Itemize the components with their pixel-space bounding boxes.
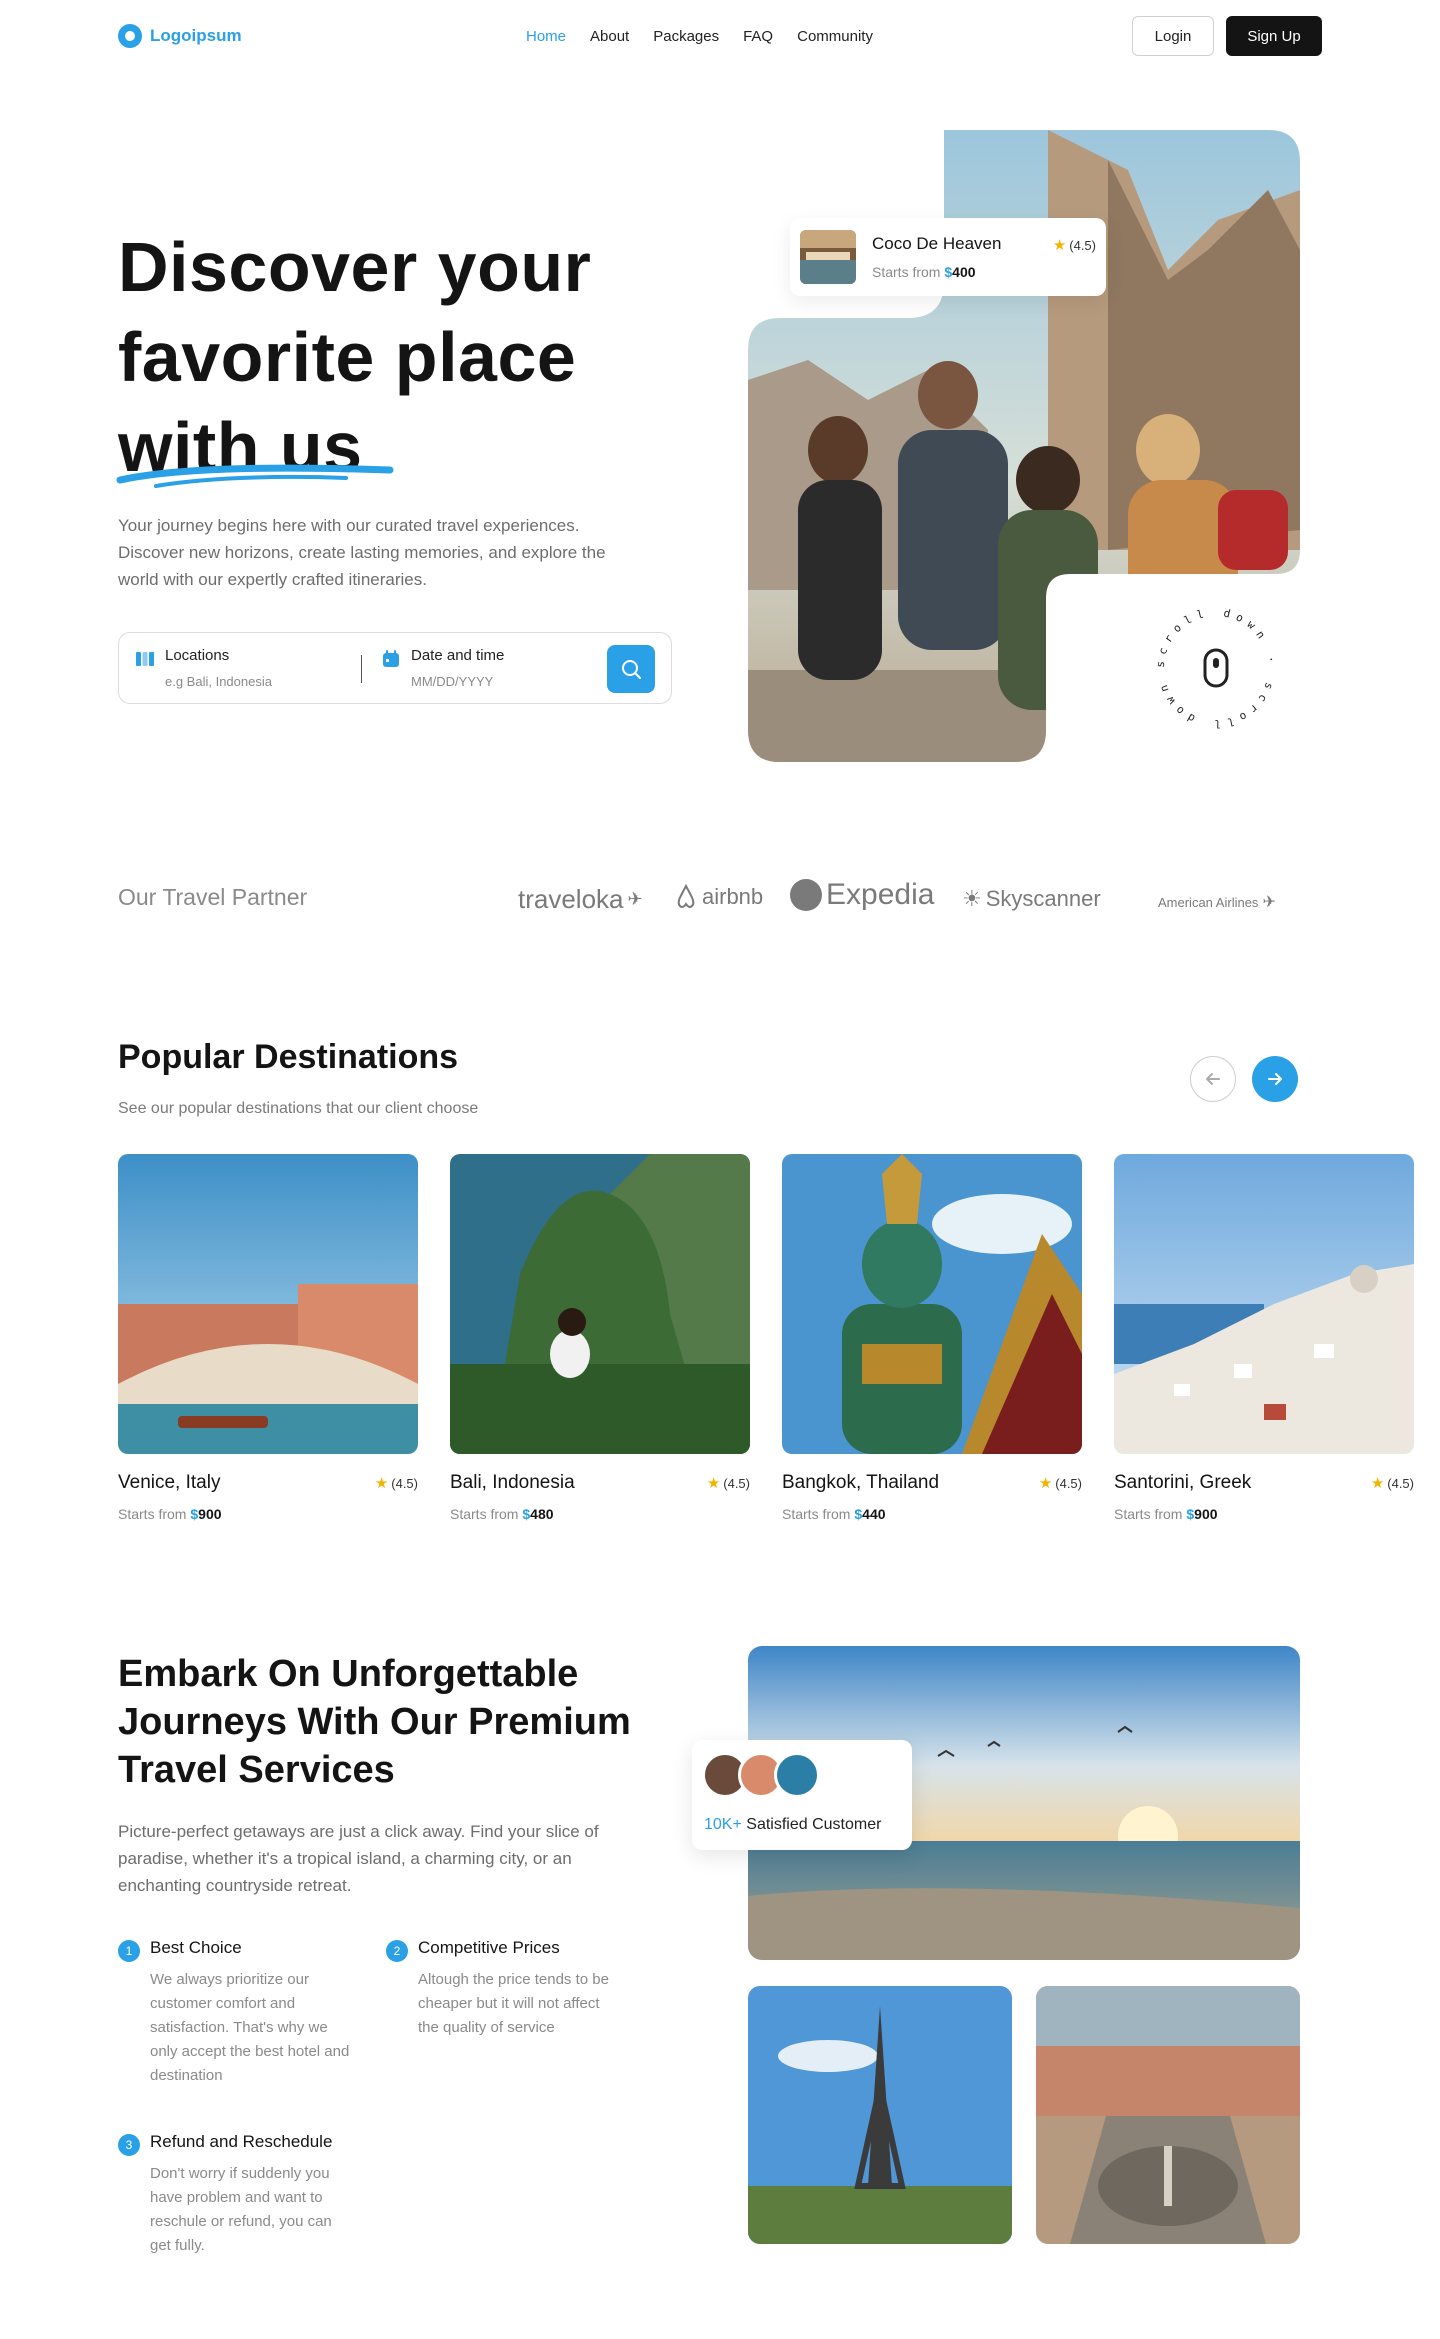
popular-title: Popular Destinations — [118, 1038, 459, 1076]
feature-number-badge: 1 — [118, 1940, 140, 1962]
satisfied-customers-card: 10K+ Satisfied Customer — [692, 1740, 912, 1850]
search-icon — [622, 660, 641, 679]
nav-about[interactable]: About — [590, 28, 629, 45]
feature-competitive-prices: 2 Competitive Prices Altough the price t… — [386, 1938, 626, 2058]
search-divider — [361, 655, 362, 683]
calendar-icon — [383, 650, 399, 667]
star-icon: ★ — [1052, 237, 1067, 254]
date-field[interactable]: Date and time MM/DD/YYYY — [381, 647, 504, 689]
destination-card[interactable]: Santorini, Greek ★ (4.5) Starts from $900 — [1114, 1154, 1414, 1522]
main-menu: Home About Packages FAQ Community — [526, 28, 873, 45]
search-bar: Locations e.g Bali, Indonesia Date and t… — [118, 632, 672, 704]
services-title: Embark On Unforgettable Journeys With Ou… — [118, 1653, 631, 1791]
destination-image-santorini — [1114, 1154, 1414, 1454]
hero-subtitle: Your journey begins here with our curate… — [118, 516, 606, 589]
partner-skyscanner: ☀ Skyscanner — [962, 886, 1101, 911]
star-icon: ★ — [374, 1475, 389, 1492]
destination-price: Starts from $900 — [118, 1506, 222, 1522]
location-label: Locations — [165, 647, 230, 664]
date-input[interactable]: MM/DD/YYYY — [411, 674, 504, 689]
destination-name: Bangkok, Thailand — [782, 1472, 940, 1493]
destination-image-bali — [450, 1154, 750, 1454]
feature-number-badge: 3 — [118, 2134, 140, 2156]
satisfied-customer-text: 10K+ Satisfied Customer — [704, 1816, 882, 1833]
popular-subtitle: See our popular destinations that our cl… — [118, 1100, 479, 1117]
bird-icon: ✈ — [627, 889, 643, 909]
partner-airbnb: airbnb — [674, 884, 763, 910]
destination-price: Starts from $440 — [782, 1506, 886, 1522]
destination-card[interactable]: Venice, Italy ★ (4.5) Starts from $900 — [118, 1154, 418, 1522]
nav-actions: Login Sign Up — [1132, 16, 1322, 56]
map-icon — [136, 652, 154, 666]
featured-destination-card[interactable]: Coco De Heaven Starts from $400 ★ (4.5) — [790, 218, 1106, 296]
date-label: Date and time — [411, 647, 505, 664]
partners-logos: traveloka ✈ airbnb Expedia ☀ Skyscanner … — [518, 874, 1290, 924]
destination-image-venice — [118, 1154, 418, 1454]
destination-name: Santorini, Greek — [1114, 1472, 1252, 1493]
logo-text: Logoipsum — [150, 26, 242, 45]
arrow-left-icon — [1206, 1073, 1220, 1085]
skyscanner-icon: ☀ — [962, 886, 982, 911]
featured-thumbnail — [800, 230, 856, 284]
hero-title-line1: Discover your — [118, 228, 592, 306]
nav-community[interactable]: Community — [797, 28, 873, 45]
search-button[interactable] — [607, 645, 655, 693]
destination-image-bangkok — [782, 1154, 1082, 1454]
feature-refund-reschedule: 3 Refund and Reschedule Don't worry if s… — [118, 2132, 358, 2254]
location-field[interactable]: Locations e.g Bali, Indonesia — [135, 647, 272, 689]
destination-price: Starts from $900 — [1114, 1506, 1218, 1522]
feature-text: We always prioritize our customer comfor… — [150, 1971, 350, 2084]
feature-title: Best Choice — [150, 1938, 242, 1957]
arrow-right-icon — [1268, 1073, 1282, 1085]
star-icon: ★ — [1370, 1475, 1385, 1492]
destination-price: Starts from $480 — [450, 1506, 554, 1522]
location-input[interactable]: e.g Bali, Indonesia — [165, 674, 272, 689]
scroll-down-indicator[interactable]: scroll down · scroll down · — [1148, 600, 1284, 736]
nav-home[interactable]: Home — [526, 28, 566, 45]
feature-best-choice: 1 Best Choice We always prioritize our c… — [118, 1938, 358, 2088]
featured-name: Coco De Heaven — [872, 234, 1002, 253]
nav-packages[interactable]: Packages — [653, 28, 719, 45]
destination-name: Venice, Italy — [118, 1472, 221, 1493]
destination-card[interactable]: Bali, Indonesia ★ (4.5) Starts from $480 — [450, 1154, 750, 1522]
destination-card[interactable]: Bangkok, Thailand ★ (4.5) Starts from $44… — [782, 1154, 1082, 1522]
partner-traveloka: traveloka ✈ — [518, 884, 643, 914]
destination-rating: ★ (4.5) — [374, 1475, 418, 1492]
feature-text: Don't worry if suddenly you have problem… — [150, 2165, 332, 2254]
customer-avatars — [702, 1752, 820, 1798]
services-subtitle: Picture-perfect getaways are just a clic… — [118, 1822, 599, 1895]
partner-expedia: Expedia — [790, 878, 934, 912]
star-icon: ★ — [1038, 1475, 1053, 1492]
partners-title: Our Travel Partner — [118, 884, 308, 910]
avatar — [774, 1752, 820, 1798]
logo-icon — [118, 24, 142, 48]
carousel-next-button[interactable] — [1252, 1056, 1298, 1102]
featured-rating: ★ (4.5) — [1052, 237, 1096, 254]
destination-rating: ★ (4.5) — [706, 1475, 750, 1492]
title-underline-swoosh — [116, 464, 394, 488]
destination-rating: ★ (4.5) — [1038, 1475, 1082, 1492]
destination-rating: ★ (4.5) — [1370, 1475, 1414, 1492]
login-button[interactable]: Login — [1132, 16, 1214, 56]
star-icon: ★ — [706, 1475, 721, 1492]
eiffel-tower-image — [748, 1986, 1012, 2244]
vatican-aerial-image — [1036, 1986, 1300, 2244]
expedia-icon — [790, 879, 822, 911]
feature-title: Refund and Reschedule — [150, 2132, 333, 2151]
feature-title: Competitive Prices — [418, 1938, 560, 1957]
destination-name: Bali, Indonesia — [450, 1472, 575, 1493]
partner-american-airlines: American Airlines ✈ — [1158, 894, 1276, 911]
airbnb-icon — [677, 884, 695, 908]
carousel-prev-button[interactable] — [1190, 1056, 1236, 1102]
logo[interactable]: Logoipsum — [118, 24, 242, 48]
aa-eagle-icon: ✈ — [1262, 894, 1276, 911]
hero-title: Discover your favorite place with us — [118, 222, 638, 492]
feature-number-badge: 2 — [386, 1940, 408, 1962]
hero-title-line2: favorite place — [118, 318, 577, 396]
feature-text: Altough the price tends to be cheaper bu… — [418, 1971, 609, 2036]
top-nav: Logoipsum Home About Packages FAQ Commun… — [118, 14, 1322, 58]
signup-button[interactable]: Sign Up — [1226, 16, 1322, 56]
nav-faq[interactable]: FAQ — [743, 28, 773, 45]
featured-price: Starts from $400 — [872, 264, 976, 280]
